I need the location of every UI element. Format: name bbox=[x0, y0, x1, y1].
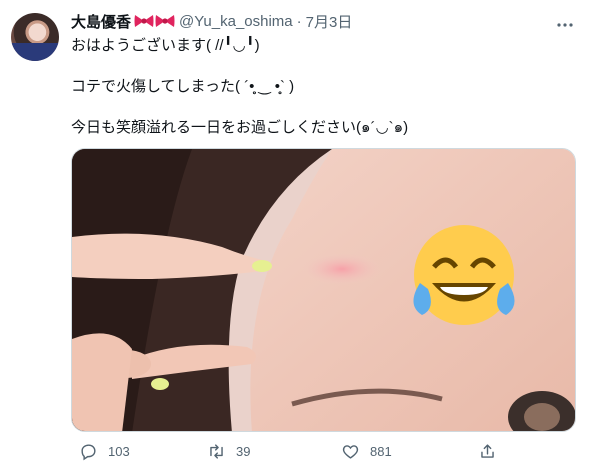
ribbon-bow-icon bbox=[134, 15, 154, 27]
tweet-text-line-3: 今日も笑顔溢れる一日をお過ごしください(๑´◡`๑) bbox=[71, 119, 409, 136]
tweet-header: 大島優香 @Yu_ka_oshima · 7月3日 bbox=[71, 10, 352, 32]
like-button[interactable]: 881 bbox=[341, 436, 392, 466]
tweet-card[interactable]: 大島優香 @Yu_ka_oshima · 7月3日 おはようございます( //╹… bbox=[0, 0, 590, 471]
tweet-text-line-2: コテで火傷してしまった( ´•̥̥̥ ‿ •̥̥̥` ) bbox=[71, 78, 295, 95]
action-bar: 103 39 881 bbox=[71, 436, 501, 466]
ribbon-bow-icon bbox=[155, 15, 175, 27]
share-button[interactable] bbox=[478, 436, 497, 466]
tweet-text-line-1: おはようございます( //╹◡╹) bbox=[71, 37, 260, 54]
reply-button[interactable]: 103 bbox=[79, 436, 130, 466]
like-count: 881 bbox=[370, 443, 392, 459]
author-name[interactable]: 大島優香 bbox=[71, 11, 131, 32]
separator-dot: · bbox=[296, 12, 302, 30]
retweet-icon bbox=[210, 443, 223, 459]
avatar[interactable] bbox=[11, 13, 59, 61]
author-handle[interactable]: @Yu_ka_oshima bbox=[179, 13, 293, 30]
more-icon[interactable] bbox=[556, 16, 574, 39]
reply-count: 103 bbox=[108, 443, 130, 459]
retweet-count: 39 bbox=[236, 443, 251, 459]
ribbon-bows bbox=[134, 13, 175, 29]
retweet-button[interactable]: 39 bbox=[207, 436, 250, 466]
tweet-photo[interactable] bbox=[71, 148, 576, 432]
share-icon bbox=[481, 443, 494, 458]
reply-icon bbox=[81, 443, 96, 460]
tweet-date[interactable]: 7月3日 bbox=[306, 11, 353, 32]
like-icon bbox=[342, 444, 359, 459]
